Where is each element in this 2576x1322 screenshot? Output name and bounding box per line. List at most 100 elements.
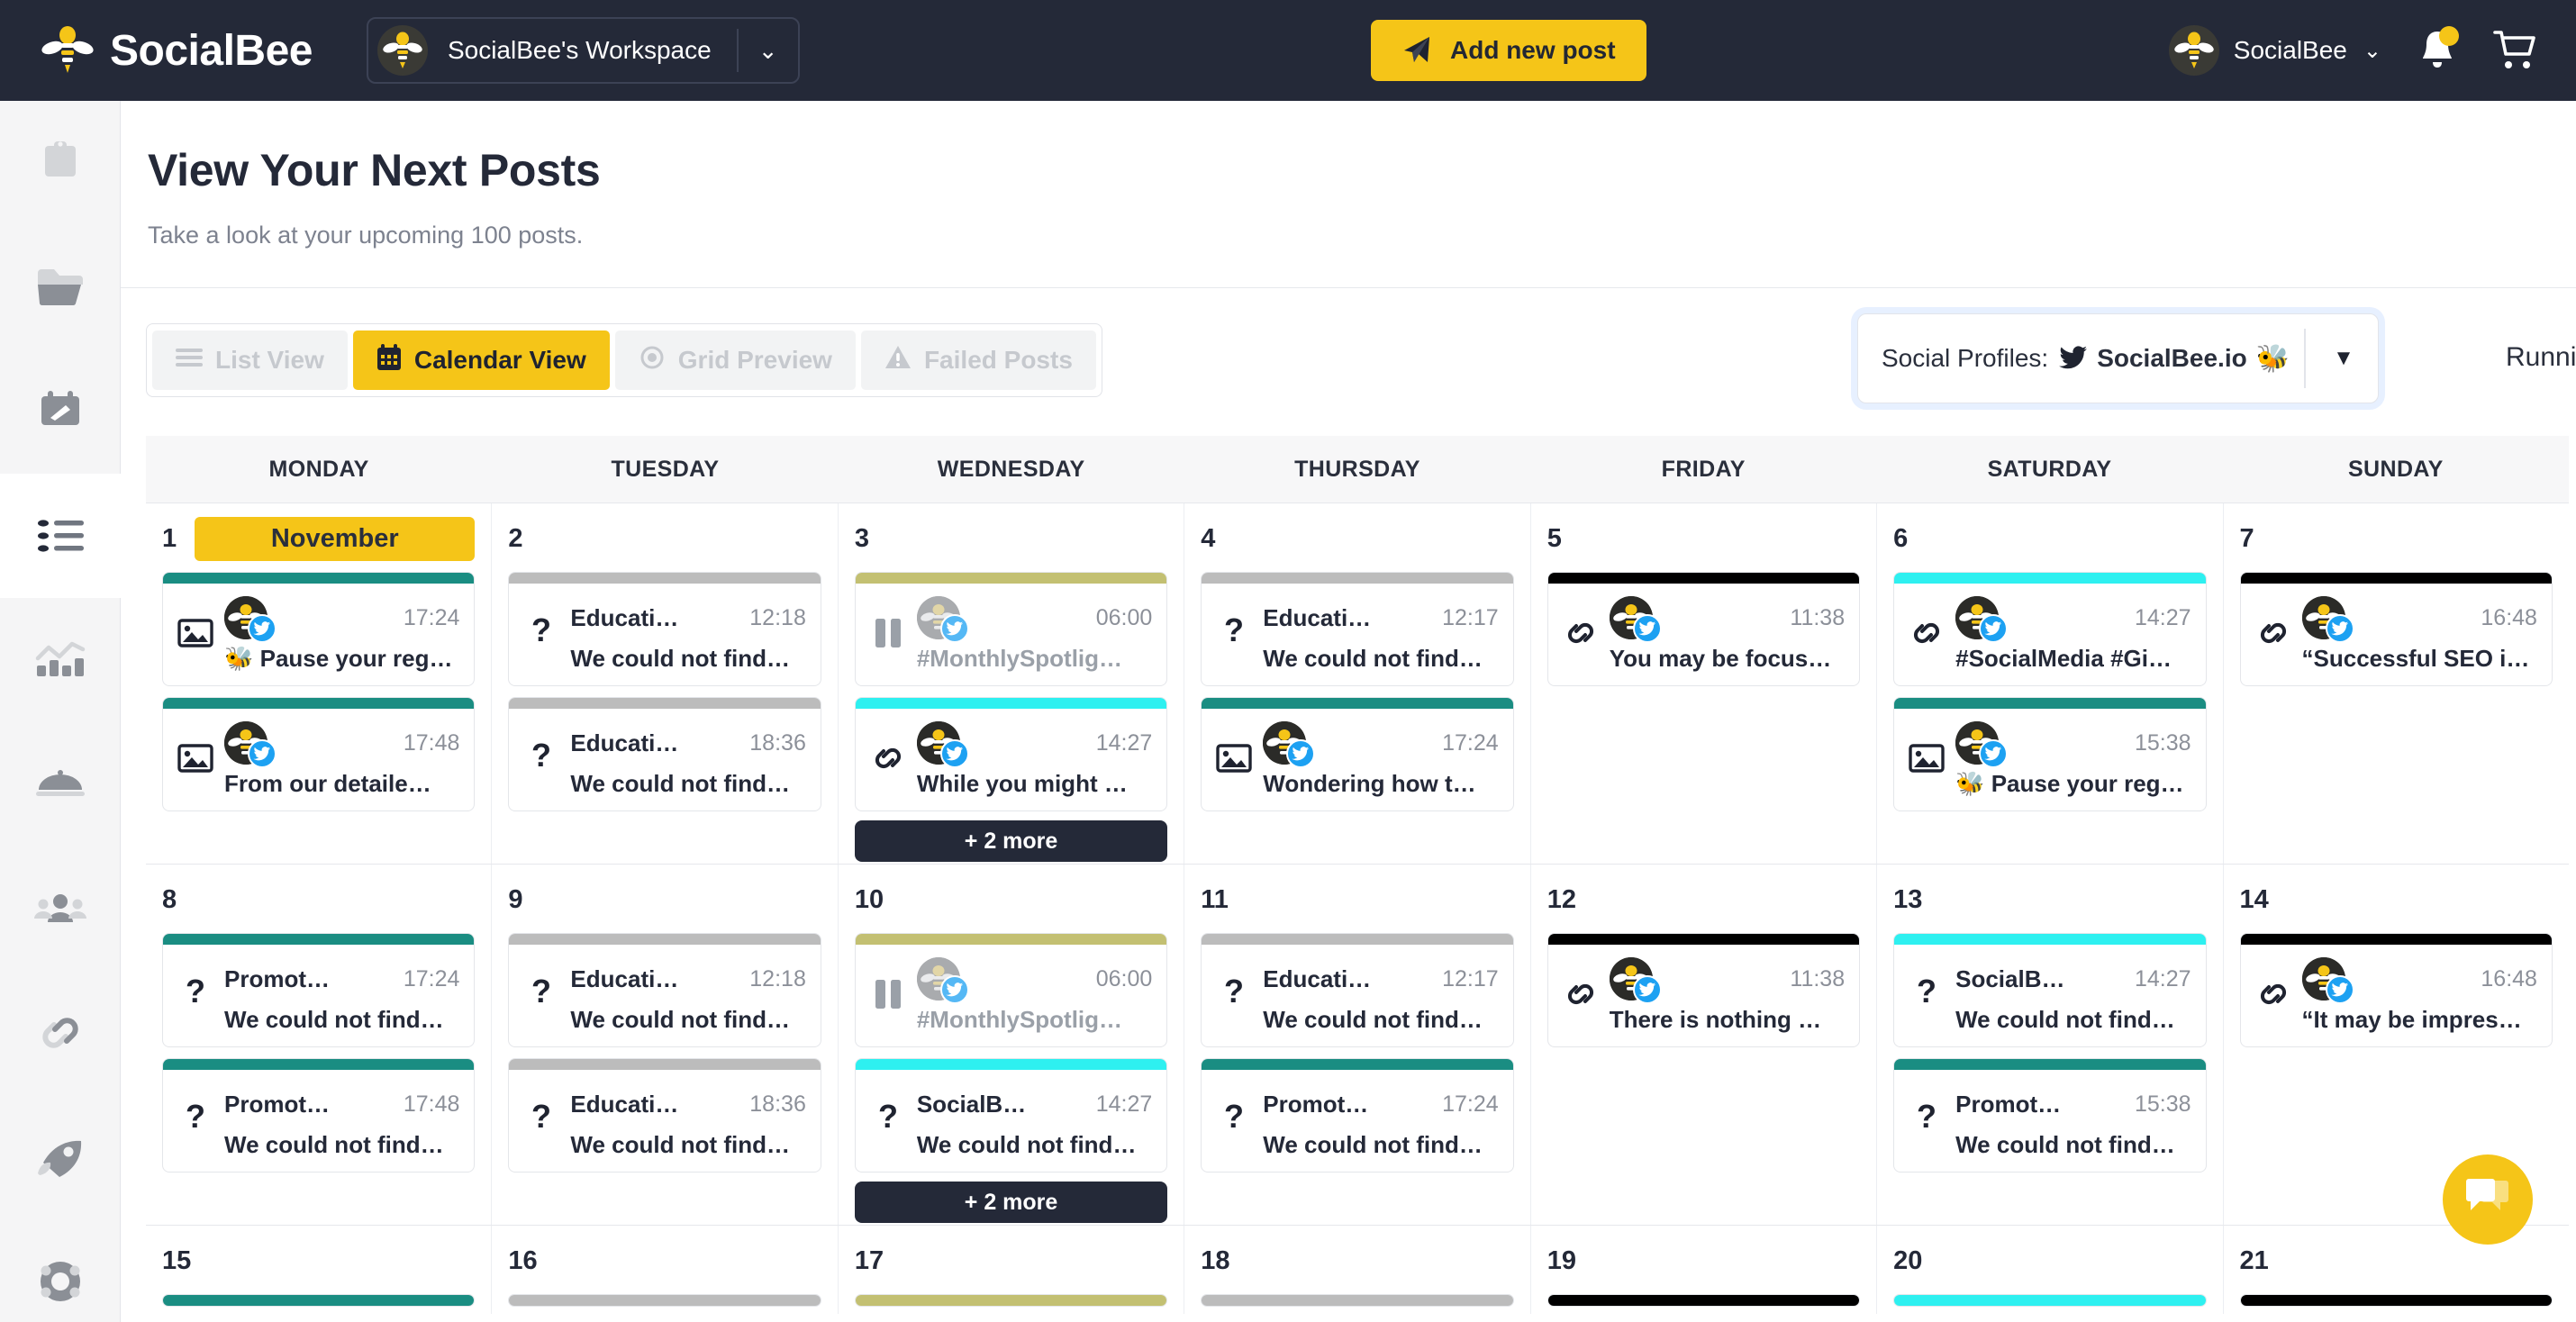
sidebar-item-services[interactable]	[0, 722, 121, 847]
post-card[interactable]: ? Educati… 12:17 We could not find…	[1201, 572, 1514, 686]
calendar-day-cell[interactable]: 1 November 17:24 🐝 Pause your reg… 17:48 From…	[146, 503, 493, 864]
sidebar-item-posts[interactable]	[0, 474, 121, 598]
post-profile-avatar	[2301, 596, 2354, 643]
social-profiles-selector[interactable]: Social Profiles: SocialBee.io 🐝 ▼	[1857, 313, 2380, 403]
calendar-day-cell[interactable]: 13 ? SocialB… 14:27 We could not find…? Promo…	[1877, 865, 2224, 1225]
sidebar-item-audience[interactable]	[0, 847, 121, 971]
tab-list-view[interactable]: List View	[152, 330, 348, 390]
calendar-day-cell[interactable]: 6 14:27 #SocialMedia #Gi… 15:38 🐝 Pause your…	[1877, 503, 2224, 864]
post-status-bar	[509, 698, 821, 709]
calendar-day-cell[interactable]: 19	[1531, 1226, 1878, 1314]
calendar-day-cell[interactable]: 18	[1184, 1226, 1531, 1314]
tab-failed-posts[interactable]: Failed Posts	[860, 330, 1096, 390]
calendar-day-cell[interactable]: 5 11:38 You may be focus…	[1531, 503, 1878, 864]
svg-text:?: ?	[1224, 975, 1244, 1010]
show-more-posts-button[interactable]: + 2 more	[854, 1182, 1168, 1223]
post-card[interactable]	[1201, 1294, 1514, 1307]
notifications-button[interactable]	[2417, 26, 2459, 73]
twitter-badge-icon	[939, 975, 969, 1004]
post-card[interactable]	[2239, 1294, 2553, 1307]
image-icon	[1216, 743, 1252, 773]
users-icon	[34, 894, 86, 922]
calendar-day-cell[interactable]: 16	[492, 1226, 839, 1314]
post-main: Educati… 12:18 We could not find…	[563, 954, 805, 1034]
post-card[interactable]: 15:38 🐝 Pause your reg…	[1893, 697, 2207, 811]
post-text: 🐝 Pause your reg…	[1955, 770, 2184, 797]
post-card[interactable]: 17:24 🐝 Pause your reg…	[162, 572, 476, 686]
post-card[interactable]: ? Promot… 17:24 We could not find…	[162, 933, 476, 1047]
post-card[interactable]	[508, 1294, 821, 1307]
post-main: Promot… 17:24 We could not find…	[217, 954, 459, 1034]
post-card[interactable]: ? Educati… 12:18 We could not find…	[508, 933, 821, 1047]
cart-button[interactable]	[2493, 29, 2536, 72]
sidebar-item-analytics[interactable]	[0, 598, 121, 722]
sidebar-item-connections[interactable]	[0, 971, 121, 1095]
post-card[interactable]: ? Promot… 15:38 We could not find…	[1893, 1058, 2207, 1173]
post-card[interactable]: 14:27 #SocialMedia #Gi…	[1893, 572, 2207, 686]
tab-list-view-label: List View	[215, 346, 324, 374]
post-status-bar	[2240, 573, 2552, 584]
caret-down-icon[interactable]: ▼	[2309, 346, 2378, 371]
calendar-day-cell[interactable]: 11? Educati… 12:17 We could not find…? Promo…	[1184, 865, 1531, 1225]
calendar-day-cell[interactable]: 8? Promot… 17:24 We could not find…? Promot……	[146, 865, 493, 1225]
post-card[interactable]	[854, 1294, 1168, 1307]
post-card[interactable]: ? Educati… 12:18 We could not find…	[508, 572, 821, 686]
post-card[interactable]	[1893, 1294, 2207, 1307]
post-card[interactable]: ? Educati… 18:36 We could not find…	[508, 697, 821, 811]
post-meta-row: 11:38	[1609, 954, 1845, 1004]
workspace-avatar	[376, 25, 428, 76]
chevron-down-icon[interactable]: ⌄	[739, 37, 798, 65]
post-time: 17:48	[403, 1091, 460, 1117]
day-header: 13	[1893, 877, 2206, 922]
post-card[interactable]	[1547, 1294, 1861, 1307]
post-card[interactable]: ? Promot… 17:48 We could not find…	[162, 1058, 476, 1173]
user-menu[interactable]: SocialBee ⌄	[2168, 25, 2381, 76]
post-card[interactable]: 17:48 From our detaile…	[162, 697, 476, 811]
calendar-day-cell[interactable]: 15	[146, 1226, 493, 1314]
post-card[interactable]: 11:38 There is nothing …	[1547, 933, 1861, 1047]
calendar-day-cell[interactable]: 17	[839, 1226, 1185, 1314]
calendar-day-cell[interactable]: 3 06:00 #MonthlySpotlig… 14:27 While you mig…	[839, 503, 1185, 864]
post-card[interactable]: 16:48 “It may be impres…	[2239, 933, 2553, 1047]
calendar-day-cell[interactable]: 2? Educati… 12:18 We could not find…? Educat…	[492, 503, 839, 864]
post-card[interactable]: ? SocialB… 14:27 We could not find…	[1893, 933, 2207, 1047]
tab-grid-preview[interactable]: Grid Preview	[614, 330, 856, 390]
calendar-day-cell[interactable]: 20	[1877, 1226, 2224, 1314]
post-card[interactable]: 06:00 #MonthlySpotlig…	[854, 572, 1168, 686]
tab-calendar-view[interactable]: Calendar View	[352, 330, 610, 390]
calendar-day-cell[interactable]: 7 16:48 “Successful SEO i…	[2224, 503, 2569, 864]
post-card[interactable]: ? Promot… 17:24 We could not find…	[1201, 1058, 1514, 1173]
chat-support-button[interactable]	[2443, 1154, 2533, 1245]
show-more-posts-button[interactable]: + 2 more	[854, 820, 1168, 862]
post-card[interactable]: 11:38 You may be focus…	[1547, 572, 1861, 686]
calendar-day-cell[interactable]: 12 11:38 There is nothing …	[1531, 865, 1878, 1225]
calendar-day-cell[interactable]: 4? Educati… 12:17 We could not find… 17:24 Wo…	[1184, 503, 1531, 864]
add-new-post-button[interactable]: Add new post	[1371, 20, 1646, 81]
sidebar-item-content[interactable]	[0, 101, 121, 225]
post-card[interactable]: 14:27 While you might …	[854, 697, 1168, 811]
brand[interactable]: SocialBee	[40, 23, 313, 78]
sidebar-item-schedule[interactable]	[0, 349, 121, 474]
post-card[interactable]: ? SocialB… 14:27 We could not find…	[854, 1058, 1168, 1173]
sidebar-item-categories[interactable]	[0, 225, 121, 349]
sidebar-item-boost[interactable]	[0, 1095, 121, 1219]
day-number: 20	[1893, 1245, 1923, 1275]
post-text: You may be focus…	[1609, 645, 1832, 672]
calendar-day-cell[interactable]: 21	[2224, 1226, 2569, 1314]
calendar-day-cell[interactable]: 10 06:00 #MonthlySpotlig…? SocialB… 14:27 We …	[839, 865, 1185, 1225]
post-body: ? Educati… 12:18 We could not find…	[509, 584, 820, 685]
workspace-selector[interactable]: SocialBee's Workspace ⌄	[366, 17, 800, 84]
post-card[interactable]	[162, 1294, 476, 1307]
sidebar-item-help[interactable]	[0, 1219, 121, 1322]
post-card[interactable]: 17:24 Wondering how t…	[1201, 697, 1514, 811]
calendar-day-cell[interactable]: 9? Educati… 12:18 We could not find…? Educat…	[492, 865, 839, 1225]
svg-text:?: ?	[531, 975, 551, 1010]
post-card[interactable]: 16:48 “Successful SEO i…	[2239, 572, 2553, 686]
day-header: 5	[1547, 516, 1860, 561]
post-card[interactable]: ? Educati… 18:36 We could not find…	[508, 1058, 821, 1173]
post-meta-row: SocialB… 14:27	[1955, 954, 2191, 1004]
post-card[interactable]: ? Educati… 12:17 We could not find…	[1201, 933, 1514, 1047]
post-card[interactable]: 06:00 #MonthlySpotlig…	[854, 933, 1168, 1047]
post-time: 14:27	[1095, 1091, 1153, 1117]
top-bar: SocialBee SocialBee's Workspace ⌄ Add ne…	[0, 0, 2576, 101]
